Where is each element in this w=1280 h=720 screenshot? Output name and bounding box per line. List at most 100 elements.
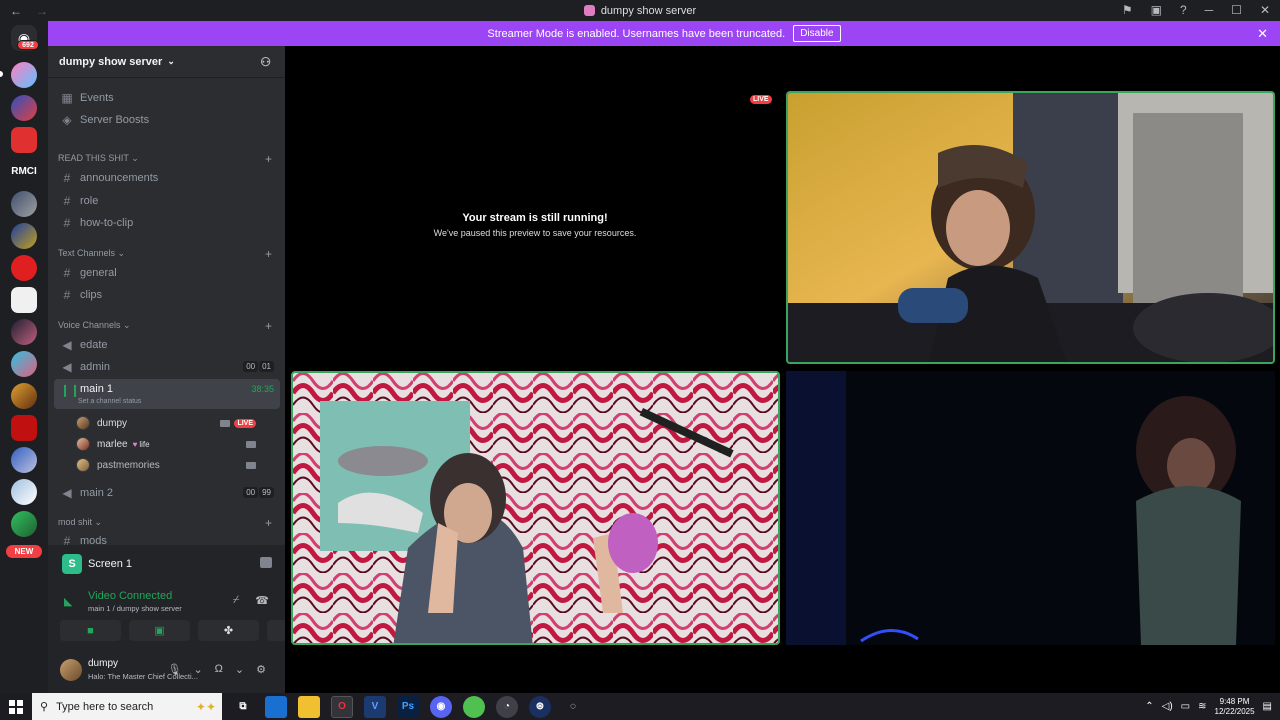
screen-share-button[interactable]: ▣ [129, 620, 190, 641]
file-explorer-icon[interactable] [298, 695, 320, 718]
video-tile-dark[interactable] [786, 371, 1275, 645]
app-icon-last[interactable]: ◌ [562, 696, 584, 718]
voice-user-marlee[interactable]: marlee ♥ life [76, 434, 276, 454]
clock-date: 12/22/2025 [1214, 706, 1255, 716]
minimize-button[interactable]: ─ [1205, 3, 1214, 17]
youtube-server-icon[interactable] [11, 127, 37, 153]
disconnect-icon[interactable]: ☎ [255, 594, 269, 607]
server-icon-13[interactable] [11, 479, 37, 505]
channel-announcements[interactable]: # announcements [54, 167, 280, 188]
vegas-icon[interactable]: V [364, 695, 386, 718]
voice-channel-main-2[interactable]: ◀ main 2 00 99 [54, 482, 280, 503]
camera-button[interactable]: ■ [60, 620, 121, 641]
opera-icon[interactable]: O [331, 695, 353, 718]
server-icon-11[interactable] [11, 415, 37, 441]
chevron-down-icon[interactable]: ⌄ [193, 663, 202, 676]
maximize-button[interactable]: ☐ [1231, 3, 1242, 17]
add-channel-icon[interactable]: + [265, 319, 272, 333]
server-icon-14[interactable] [11, 511, 37, 537]
channel-role[interactable]: # role [54, 190, 280, 211]
noise-suppression-icon[interactable]: ⌿ [233, 594, 240, 607]
voice-user-name: marlee [97, 438, 128, 450]
discord-icon[interactable]: ◉ [430, 695, 452, 718]
stop-stream-icon[interactable] [260, 557, 272, 568]
windows-start-icon[interactable] [0, 693, 32, 720]
add-channel-icon[interactable]: + [265, 516, 272, 530]
add-channel-icon[interactable]: + [265, 247, 272, 261]
channel-how-to-clip[interactable]: # how-to-clip [54, 212, 280, 233]
stream-image [293, 373, 778, 643]
category-text-channels[interactable]: Text Channels + [58, 247, 272, 261]
channel-clips[interactable]: # clips [54, 284, 280, 305]
chart-server-icon[interactable] [11, 287, 37, 313]
category-voice-channels[interactable]: Voice Channels + [58, 319, 272, 333]
paused-preview-message[interactable]: Your stream is still running! We've paus… [291, 212, 779, 238]
microphone-icon[interactable]: 🎙︎ [167, 663, 181, 676]
app-icon-1[interactable] [265, 695, 287, 718]
obs-icon[interactable]: ◔ [496, 695, 518, 718]
speaker-icon: ◀ [62, 485, 72, 500]
channel-general[interactable]: # general [54, 262, 280, 283]
set-channel-status[interactable]: Set a channel status [78, 398, 141, 405]
chevron-down-icon[interactable]: ⌄ [235, 663, 244, 676]
connection-path[interactable]: main 1 / dumpy show server [88, 604, 182, 613]
close-banner-icon[interactable]: ✕ [1257, 26, 1268, 42]
server-header[interactable]: dumpy show server ⌄ ⚇ [48, 46, 285, 78]
taskbar-search-input[interactable]: ⚲ Type here to search ✦✦ [32, 693, 222, 720]
server-icon-9[interactable] [11, 351, 37, 377]
server-icon-4[interactable] [11, 191, 37, 217]
task-view-icon[interactable]: ⧉ [232, 696, 254, 718]
voice-user-pastmemories[interactable]: pastmemories [76, 455, 276, 475]
category-mod[interactable]: mod shit + [58, 516, 272, 530]
volume-icon[interactable]: ◁) [1162, 701, 1173, 712]
server-icon-10[interactable] [11, 383, 37, 409]
clock[interactable]: 9:48 PM 12/22/2025 [1215, 697, 1255, 717]
user-name[interactable]: dumpy [88, 658, 118, 669]
app-icon-green[interactable] [463, 695, 485, 718]
user-panel: dumpy Halo: The Master Chief Collecti...… [58, 655, 280, 687]
disable-streamer-mode-button[interactable]: Disable [793, 25, 841, 42]
voice-channel-main-1[interactable]: ❙❙ main 1 38:35 Set a channel status [54, 379, 280, 409]
user-limit-badge: 00 01 [243, 361, 274, 372]
banner-text: Streamer Mode is enabled. Usernames have… [487, 27, 786, 40]
screen-icon[interactable]: ▣ [1151, 3, 1162, 17]
server-icon-6[interactable] [11, 255, 37, 281]
voice-user-name: pastmemories [97, 459, 160, 471]
server-boosts-item[interactable]: ◈ Server Boosts [54, 109, 280, 130]
network-icon[interactable]: ▭ [1181, 701, 1190, 712]
add-channel-icon[interactable]: + [265, 152, 272, 166]
voice-channel-edate[interactable]: ◀ edate [54, 334, 280, 355]
category-read-this[interactable]: READ THIS SHIT + [58, 152, 272, 166]
voice-active-icon: ❙❙ [60, 383, 81, 397]
voice-channel-admin[interactable]: ◀ admin 00 01 [54, 356, 280, 377]
server-icon-1[interactable] [11, 62, 37, 88]
invite-people-icon[interactable]: ⚇ [260, 55, 271, 69]
help-icon[interactable]: ? [1180, 3, 1187, 17]
server-icon-12[interactable] [11, 447, 37, 473]
wifi-icon[interactable]: ≋ [1198, 701, 1206, 712]
signal-icon[interactable]: ◣ [64, 595, 72, 608]
avatar[interactable] [60, 659, 82, 681]
server-icon-8[interactable] [11, 319, 37, 345]
voice-user-dumpy[interactable]: dumpy LIVE [76, 413, 276, 433]
settings-gear-icon[interactable]: ⚙ [256, 663, 266, 676]
server-icon-5[interactable] [11, 223, 37, 249]
close-window-button[interactable]: ✕ [1260, 3, 1270, 17]
channel-label: main 1 [80, 383, 114, 395]
headphones-icon[interactable]: Ω [215, 663, 223, 676]
notifications-icon[interactable]: ▤ [1263, 701, 1272, 712]
voice-user-name: dumpy [97, 417, 128, 429]
hash-icon: # [63, 170, 71, 185]
window-titlebar: ← → dumpy show server ⚑ ▣ ? ─ ☐ ✕ [0, 0, 1280, 21]
chevron-up-icon[interactable]: ⌃ [1145, 701, 1153, 712]
steam-icon[interactable]: ⊛ [529, 695, 551, 718]
video-tile-webcam[interactable] [786, 91, 1275, 364]
events-item[interactable]: ▦ Events [54, 87, 280, 108]
server-icon-rmci[interactable]: RMCI [4, 166, 44, 177]
inbox-icon[interactable]: ⚑ [1122, 3, 1133, 17]
activities-button[interactable]: ✤ [198, 620, 259, 641]
paused-subtitle: We've paused this preview to save your r… [433, 228, 637, 238]
photoshop-icon[interactable]: Ps [397, 695, 419, 718]
server-icon-rfc[interactable] [11, 95, 37, 121]
video-tile-stream[interactable] [291, 371, 780, 645]
